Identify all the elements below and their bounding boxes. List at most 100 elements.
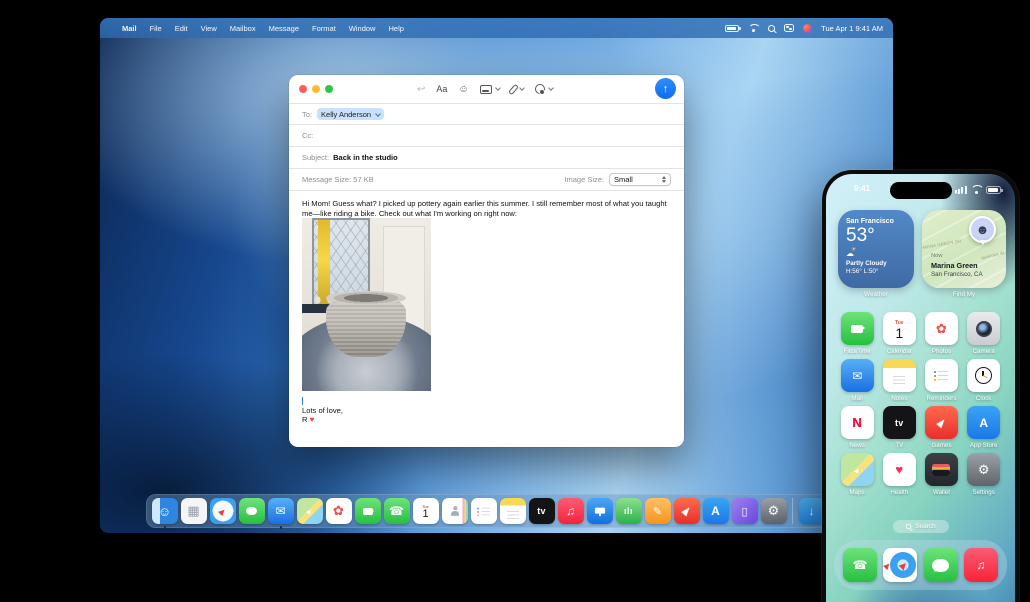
dock-downloads[interactable] [798, 498, 825, 525]
iphone-app-facetime[interactable]: FaceTime [836, 312, 878, 358]
dock-appstore[interactable] [702, 498, 729, 525]
dock-contacts[interactable] [441, 498, 468, 525]
menu-mail[interactable]: Mail [122, 24, 137, 33]
to-field[interactable]: To: Kelly Anderson [289, 103, 684, 124]
iphone-app-wallet[interactable]: Wallet [920, 453, 962, 499]
siri-icon[interactable] [803, 23, 813, 33]
dock-mail[interactable] [267, 498, 294, 529]
cc-field[interactable]: Cc: [289, 124, 684, 146]
calendar-day: 1 [895, 324, 904, 341]
menu-mailbox[interactable]: Mailbox [230, 24, 256, 33]
iphone-app-notes[interactable]: Notes [878, 359, 920, 405]
dock-facetime[interactable] [354, 498, 381, 525]
dock-notes[interactable] [499, 498, 526, 525]
iphone-app-health[interactable]: Health [878, 453, 920, 499]
dock-iphone-mirroring[interactable] [731, 498, 758, 525]
dock-pages[interactable] [644, 498, 671, 525]
send-button[interactable]: ↑ [655, 78, 676, 99]
dock-safari[interactable] [209, 498, 236, 525]
subject-field[interactable]: Subject: Back in the studio [289, 146, 684, 168]
dock-music[interactable] [557, 498, 584, 525]
iphone-app-photos[interactable]: Photos [920, 312, 962, 358]
control-center-icon[interactable] [784, 24, 795, 32]
dock-calendar[interactable]: Tue 1 [412, 498, 439, 525]
attach-button[interactable] [507, 83, 525, 95]
iphone-dock: ▶ [834, 540, 1007, 590]
menu-format[interactable]: Format [312, 24, 336, 33]
menu-window[interactable]: Window [349, 24, 376, 33]
findmy-place: Marina Green [931, 261, 978, 270]
photo-browser-button[interactable] [479, 84, 501, 94]
iphone-app-calendar[interactable]: Tue 1 Calendar [878, 312, 920, 358]
wifi-icon[interactable] [748, 24, 759, 33]
findmy-widget[interactable]: MARINA GREEN DR MARINA BLVD ☻ Now Marina… [922, 210, 1006, 288]
dock-finder[interactable] [151, 498, 178, 529]
dock-launchpad[interactable] [180, 498, 207, 525]
menu-help[interactable]: Help [388, 24, 403, 33]
camera-icon [967, 312, 1001, 345]
iphone-app-tv[interactable]: TV [878, 406, 920, 452]
format-button[interactable]: Aa [436, 84, 447, 94]
iphone-app-reminders[interactable]: Reminders [920, 359, 962, 405]
home-search-pill[interactable]: Search [892, 520, 949, 533]
iphone-app-camera[interactable]: Camera [963, 312, 1005, 358]
iphone-app-maps[interactable]: Maps [836, 453, 878, 499]
menu-view[interactable]: View [201, 24, 217, 33]
dock-games[interactable] [673, 498, 700, 525]
iphone-app-appstore[interactable]: App Store [963, 406, 1005, 452]
iphone-app-clock[interactable]: Clock [963, 359, 1005, 405]
pottery-photo[interactable] [302, 218, 431, 391]
menu-file[interactable]: File [150, 24, 162, 33]
app-label: Clock [975, 394, 992, 402]
spotlight-search-icon[interactable] [768, 24, 776, 32]
iphone-app-games[interactable]: Games [920, 406, 962, 452]
undo-icon[interactable]: ↩ [417, 84, 425, 95]
safari-icon[interactable]: ▶ [883, 548, 918, 582]
minimize-button[interactable] [312, 85, 320, 93]
app-label: Games [931, 441, 952, 449]
dock-numbers[interactable] [615, 498, 642, 525]
insert-from-iphone-button[interactable] [534, 84, 554, 95]
findmy-widget-label: Find My [952, 291, 976, 298]
image-size-label: Image Size: [564, 175, 604, 184]
tv-icon [528, 498, 555, 524]
dock-tv[interactable] [528, 498, 555, 525]
app-label: FaceTime [843, 347, 871, 355]
dock-maps[interactable] [296, 498, 323, 525]
iphone-app-mail[interactable]: Mail [836, 359, 878, 405]
dock-phone[interactable] [383, 498, 410, 525]
message-body[interactable]: Hi Mom! Guess what? I picked up pottery … [289, 190, 684, 218]
menu-message[interactable]: Message [269, 24, 299, 33]
games-rocket-icon [673, 498, 700, 524]
numbers-icon [615, 498, 642, 524]
app-label: Calendar [886, 347, 912, 355]
weather-widget[interactable]: San Francisco 53° ☁ ☀ Partly Cloudy H:56°… [838, 210, 914, 288]
battery-icon[interactable] [725, 24, 741, 32]
paperclip-icon [507, 83, 519, 95]
recipient-token[interactable]: Kelly Anderson [317, 108, 385, 120]
iphone-app-settings[interactable]: Settings [963, 453, 1005, 499]
dock-reminders[interactable] [470, 498, 497, 525]
dock-photos[interactable] [325, 498, 352, 525]
signature[interactable]: Lots of love, R ♥ [302, 406, 343, 425]
menu-bar-clock[interactable]: Tue Apr 1 9:41 AM [821, 24, 883, 33]
dock-keynote[interactable] [586, 498, 613, 525]
phone-icon[interactable] [843, 548, 878, 582]
app-label: App Store [969, 441, 998, 449]
music-icon[interactable] [963, 548, 998, 582]
recipient-name: Kelly Anderson [321, 109, 372, 119]
close-button[interactable] [299, 85, 307, 93]
status-time: 9:41 [854, 184, 871, 193]
news-icon [840, 406, 874, 439]
contacts-icon [441, 498, 468, 524]
dock-settings[interactable] [760, 498, 787, 525]
image-size-dropdown[interactable]: Small [609, 173, 671, 186]
iphone-app-grid: FaceTime Tue1 Calendar Photos Camera Mail… [836, 312, 1005, 500]
dock-messages[interactable] [238, 498, 265, 525]
menu-edit[interactable]: Edit [175, 24, 188, 33]
iphone-app-news[interactable]: News [836, 406, 878, 452]
emoji-picker-icon[interactable]: ☺ [458, 84, 468, 95]
zoom-button[interactable] [325, 85, 333, 93]
weather-condition: Partly Cloudy [846, 260, 887, 267]
messages-icon[interactable] [923, 548, 958, 582]
